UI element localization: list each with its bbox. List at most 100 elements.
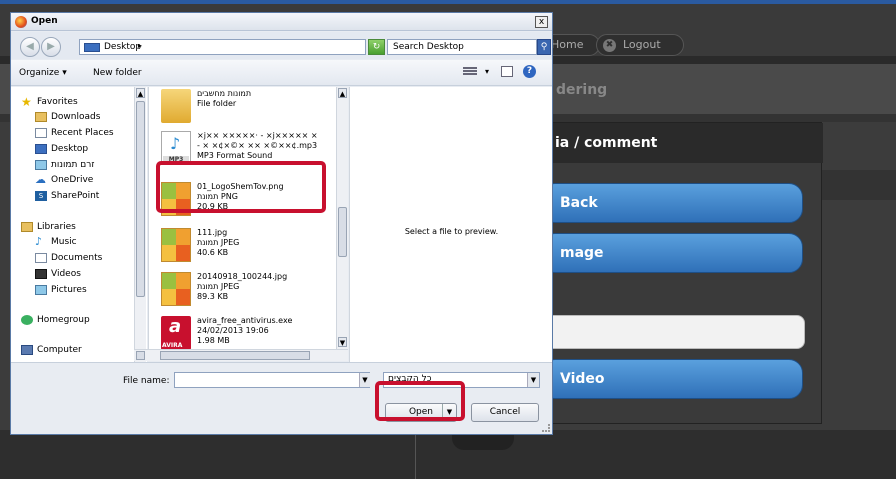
forward-arrow-icon[interactable]: ▶ (41, 37, 61, 57)
scroll-left-icon[interactable] (136, 351, 145, 360)
app-side-panel-lower (820, 200, 896, 220)
nav-label: Downloads (51, 112, 101, 122)
list-item[interactable]: 111.jpg תמונת JPEG 40.6 KB (161, 226, 341, 266)
nav-item-onedrive[interactable]: ☁ OneDrive (35, 174, 94, 185)
address-text: Desktop (104, 42, 142, 52)
nav-label: OneDrive (51, 175, 94, 185)
scroll-thumb[interactable] (160, 351, 310, 360)
recent-places-icon (35, 128, 47, 138)
new-folder-button[interactable]: New folder (93, 68, 142, 78)
highlight-selected-file (156, 161, 326, 213)
scroll-up-icon[interactable]: ▲ (136, 88, 145, 98)
scroll-thumb[interactable] (338, 207, 347, 257)
close-button[interactable]: x (535, 16, 548, 28)
pictures-icon (35, 285, 47, 295)
libraries-icon (21, 222, 33, 232)
image-file-icon (161, 228, 191, 262)
sharepoint-icon: S (35, 191, 47, 201)
address-bar[interactable]: Desktop ▸ ▼ (79, 39, 421, 55)
nav-item-homegroup[interactable]: Homegroup (21, 315, 90, 325)
logout-button[interactable]: ✖ Logout (596, 34, 684, 56)
nav-item-pictures[interactable]: Pictures (35, 285, 87, 295)
nav-item-videos[interactable]: Videos (35, 269, 81, 279)
photo-stream-icon (35, 160, 47, 170)
nav-label: Libraries (37, 222, 76, 232)
highlight-open-button (375, 381, 465, 421)
comment-input[interactable] (541, 315, 805, 349)
app-side-panel (820, 170, 896, 200)
nav-item-recent-places[interactable]: Recent Places (35, 128, 114, 138)
list-item[interactable]: 20140918_100244.jpg תמונת JPEG 89.3 KB (161, 270, 341, 310)
search-input[interactable]: Search Desktop (387, 39, 537, 55)
file-list: תמונות מחשבים File folder ♪ MP3 ×j×× ××××… (148, 87, 348, 350)
dialog-footer: File name: ▼ כל הקבצים ▼ Open ▼ Cancel (11, 362, 552, 434)
help-icon[interactable]: ? (523, 65, 536, 78)
homegroup-icon (21, 315, 33, 325)
nav-item-sharepoint[interactable]: S SharePoint (35, 191, 100, 201)
nav-label: Pictures (51, 285, 87, 295)
music-icon: ♪ (35, 235, 43, 248)
nav-item-downloads[interactable]: Downloads (35, 112, 101, 122)
back-button[interactable]: Back (541, 183, 803, 223)
cancel-button[interactable]: Cancel (471, 403, 539, 422)
list-item[interactable]: a AVIRA avira_free_antivirus.exe 24/02/20… (161, 314, 341, 354)
subheader-title: dering (556, 82, 608, 98)
file-name-dropdown-icon[interactable]: ▼ (359, 373, 370, 387)
file-type: File folder (197, 99, 237, 108)
open-file-dialog: Open x ◀ ▶ Desktop ▸ ▼ ↻ Search Desktop … (10, 12, 553, 435)
logout-label: Logout (623, 38, 661, 51)
nav-item-libraries[interactable]: Libraries (21, 222, 76, 232)
nav-label: SharePoint (51, 191, 100, 201)
file-type: תמונת JPEG (197, 238, 240, 247)
close-icon: ✖ (603, 39, 616, 52)
back-arrow-icon[interactable]: ◀ (20, 37, 40, 57)
scroll-up-icon[interactable]: ▲ (338, 88, 347, 98)
file-name-input[interactable] (174, 372, 370, 388)
nav-scrollbar[interactable]: ▲ ▼ (134, 87, 146, 362)
file-list-scrollbar[interactable]: ▲ ▼ (336, 87, 348, 349)
video-button[interactable]: Video (541, 359, 803, 399)
scroll-thumb[interactable] (136, 101, 145, 297)
address-bar-row: ◀ ▶ Desktop ▸ ▼ ↻ Search Desktop ⚲ (11, 32, 552, 59)
chevron-down-icon[interactable]: ▼ (527, 373, 539, 387)
cloud-icon: ☁ (35, 173, 46, 186)
computer-icon (21, 345, 33, 355)
dialog-title: Open (31, 16, 58, 26)
list-item[interactable]: תמונות מחשבים File folder (161, 87, 341, 127)
file-name: 111.jpg (197, 228, 228, 237)
search-icon[interactable]: ⚲ (537, 39, 551, 55)
views-icon[interactable] (463, 66, 477, 78)
nav-item-documents[interactable]: Documents (35, 253, 103, 263)
resize-grip-icon[interactable] (542, 424, 550, 432)
chevron-down-icon[interactable]: ▸ (138, 41, 142, 50)
file-hscrollbar[interactable] (148, 349, 348, 361)
preview-pane-icon[interactable] (501, 66, 513, 77)
modal-title: ia / comment (541, 123, 823, 163)
nav-label: Recent Places (51, 128, 114, 138)
refresh-icon[interactable]: ↻ (368, 39, 385, 55)
nav-item-photo-stream[interactable]: זרם תמונות (35, 160, 94, 170)
file-name: 20140918_100244.jpg (197, 272, 288, 281)
image-button[interactable]: mage (541, 233, 803, 273)
nav-label: Homegroup (37, 315, 90, 325)
image-file-icon (161, 272, 191, 306)
file-date: 24/02/2013 19:06 (197, 326, 269, 335)
organize-menu[interactable]: Organize ▾ (19, 68, 67, 78)
nav-label: Documents (51, 253, 103, 263)
dialog-titlebar: Open x (11, 13, 552, 31)
mp3-icon: ♪ MP3 (161, 131, 191, 165)
documents-icon (35, 253, 47, 263)
scroll-down-icon[interactable]: ▼ (338, 337, 347, 347)
nav-item-favorites[interactable]: ★ Favorites (21, 96, 78, 108)
home-label: Home (551, 38, 584, 51)
nav-item-computer[interactable]: Computer (21, 345, 82, 355)
file-size: 89.3 KB (197, 292, 229, 301)
nav-item-desktop[interactable]: Desktop (35, 144, 89, 154)
avira-badge: AVIRA (162, 342, 183, 349)
nav-hscrollbar[interactable] (134, 349, 148, 361)
file-name-label: File name: (123, 376, 170, 386)
views-dropdown-icon[interactable]: ▾ (485, 67, 489, 76)
dialog-toolbar: Organize ▾ New folder ▾ ? (11, 60, 552, 86)
nav-label: Desktop (51, 144, 89, 154)
nav-item-music[interactable]: ♪ Music (35, 236, 77, 247)
